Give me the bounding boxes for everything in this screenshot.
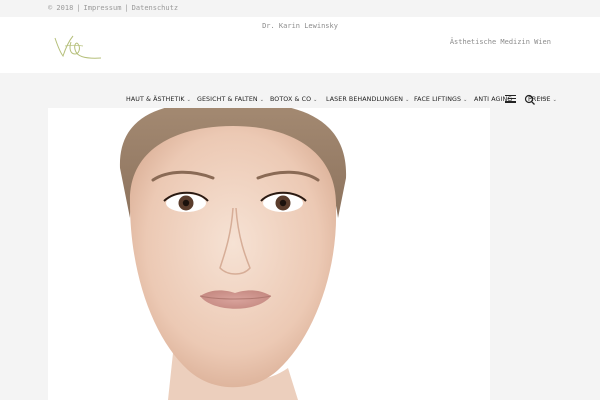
top-bar: © 2018 | Impressum | Datenschutz <box>0 0 600 16</box>
signature-logo-icon[interactable] <box>51 32 103 62</box>
chevron-down-icon: ⌄ <box>313 97 318 103</box>
search-icon[interactable] <box>524 94 536 106</box>
chevron-down-icon: ⌄ <box>186 97 191 103</box>
chevron-down-icon: ⌄ <box>552 97 557 103</box>
nav-item-gesicht-falten[interactable]: GESICHT & FALTEN ⌄ <box>197 96 264 103</box>
hero-image <box>48 108 490 400</box>
chevron-down-icon: ⌄ <box>405 97 410 103</box>
nav-item-haut-aesthetik[interactable]: HAUT & ÄSTHETIK ⌄ <box>126 96 191 103</box>
search-label: suche <box>538 96 549 100</box>
woman-face-portrait-icon <box>48 108 490 400</box>
hamburger-icon[interactable] <box>505 95 516 103</box>
nav-item-laser-behandlungen[interactable]: LASER BEHANDLUNGEN ⌄ <box>326 96 409 103</box>
site-name: Dr. Karin Lewinsky <box>262 22 338 30</box>
copyright-text: © 2018 <box>48 4 74 12</box>
nav-item-face-liftings[interactable]: FACE LIFTINGS ⌄ <box>414 96 467 103</box>
chevron-down-icon: ⌄ <box>463 97 468 103</box>
nav-item-botox-co[interactable]: BOTOX & CO ⌄ <box>270 96 317 103</box>
datenschutz-link[interactable]: Datenschutz <box>132 4 178 12</box>
top-bar-links: © 2018 | Impressum | Datenschutz <box>48 4 179 12</box>
chevron-down-icon: ⌄ <box>259 97 265 103</box>
site-header: Dr. Karin Lewinsky Ästhetische Medizin W… <box>0 17 600 73</box>
tagline: Ästhetische Medizin Wien <box>449 38 551 46</box>
impressum-link[interactable]: Impressum <box>84 4 122 12</box>
